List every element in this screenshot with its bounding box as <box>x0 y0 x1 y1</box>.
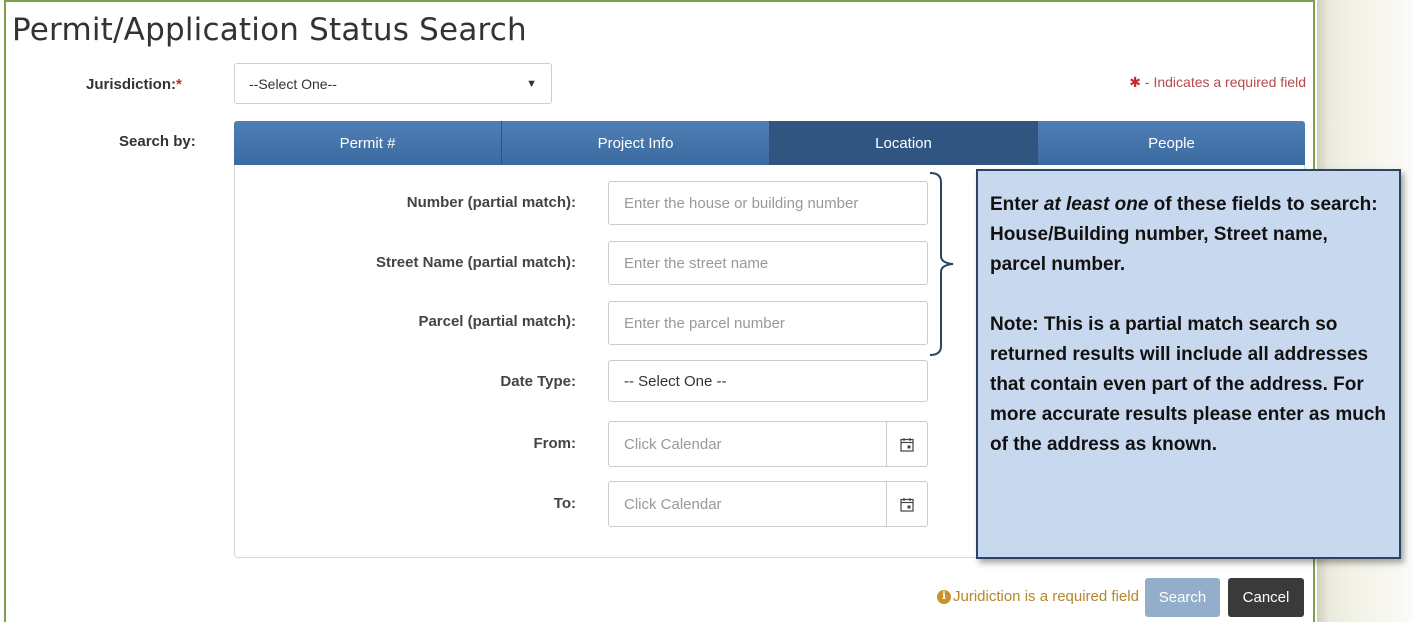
date-type-label: Date Type: <box>500 373 576 390</box>
tab-project-info[interactable]: Project Info <box>502 121 770 165</box>
tab-location[interactable]: Location <box>770 121 1038 165</box>
date-type-select[interactable]: -- Select One -- <box>608 360 928 402</box>
info-icon: i <box>937 589 951 604</box>
street-name-input[interactable]: Enter the street name <box>608 241 928 285</box>
cancel-button[interactable]: Cancel <box>1228 578 1304 617</box>
number-input[interactable]: Enter the house or building number <box>608 181 928 225</box>
from-calendar-button[interactable] <box>886 422 927 466</box>
number-label: Number (partial match): <box>406 194 576 211</box>
calendar-icon <box>900 497 914 512</box>
page-title: Permit/Application Status Search <box>12 12 527 48</box>
required-asterisk: * <box>176 76 182 93</box>
search-button[interactable]: Search <box>1145 578 1220 617</box>
validation-message: i Juridiction is a required field <box>937 588 1139 605</box>
required-star-icon: ✱ <box>1129 74 1142 90</box>
required-field-legend: ✱ - Indicates a required field <box>1129 74 1306 90</box>
from-date-input[interactable]: Click Calendar <box>608 421 928 467</box>
to-calendar-button[interactable] <box>886 482 927 526</box>
from-label: From: <box>533 435 577 452</box>
jurisdiction-selected-value: --Select One-- <box>249 75 337 92</box>
tab-permit-number[interactable]: Permit # <box>234 121 502 165</box>
to-date-input[interactable]: Click Calendar <box>608 481 928 527</box>
search-by-tabs: Permit # Project Info Location People <box>234 121 1305 165</box>
parcel-input[interactable]: Enter the parcel number <box>608 301 928 345</box>
tab-people[interactable]: People <box>1038 121 1305 165</box>
help-callout: Enter at least one of these fields to se… <box>976 169 1401 559</box>
callout-note: Note: This is a partial match search so … <box>990 314 1387 455</box>
callout-instruction: Enter at least one of these fields to se… <box>990 194 1378 275</box>
street-name-label: Street Name (partial match): <box>375 254 576 271</box>
jurisdiction-label: Jurisdiction:* <box>86 76 182 93</box>
date-type-selected-value: -- Select One -- <box>624 372 727 390</box>
parcel-label: Parcel (partial match): <box>418 313 576 330</box>
search-by-label: Search by: <box>119 133 196 150</box>
calendar-icon <box>900 437 914 452</box>
dropdown-caret-icon: ▼ <box>526 77 537 90</box>
jurisdiction-select[interactable]: --Select One-- ▼ <box>234 63 552 104</box>
to-label: To: <box>553 495 576 512</box>
bracket-annotation <box>929 172 954 356</box>
